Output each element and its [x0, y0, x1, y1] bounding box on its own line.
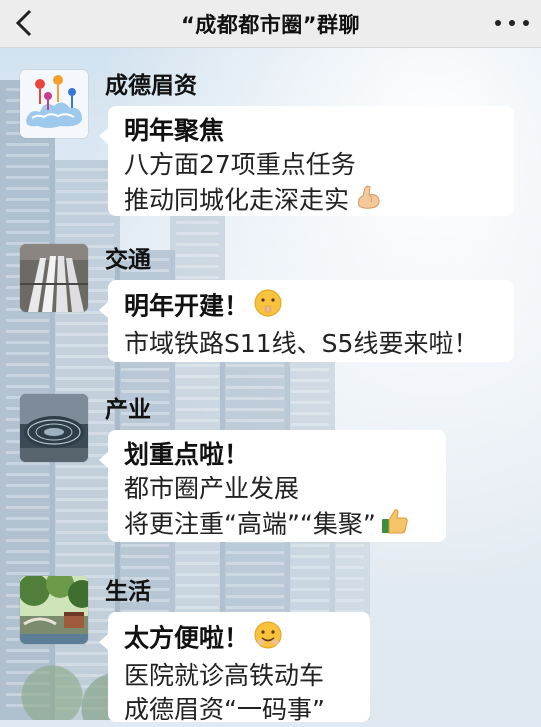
chevron-left-icon [15, 9, 32, 37]
trains-avatar[interactable] [20, 244, 88, 312]
smiling-face-icon [253, 620, 283, 659]
map-pins-avatar[interactable] [20, 70, 88, 138]
message-headline: 明年聚焦 [124, 116, 225, 145]
message-bubble[interactable]: 明年聚焦 八方面27项重点任务 推动同城化走深走实 [99, 106, 514, 216]
back-button[interactable] [10, 8, 40, 38]
sender-name: 产业 [105, 397, 151, 423]
message-line: 市域铁路S11线、S5线要来啦！ [124, 329, 479, 358]
chat-title: “成都都市圈”群聊 [180, 12, 361, 37]
message-headline: 明年开建！ [124, 291, 250, 321]
message-bubble[interactable]: 划重点啦！ 都市圈产业发展 将更注重“高端”“集聚” [99, 430, 446, 545]
message-line: 八方面27项重点任务 [124, 150, 356, 179]
message-bubble[interactable]: 太方便啦！ 医院就诊高铁动车 成德眉资“一码事” [99, 612, 370, 724]
message-line: 都市圈产业发展 [124, 474, 300, 503]
message-headline: 划重点啦！ [124, 440, 250, 469]
chat-header: “成都都市圈”群聊 [0, 0, 541, 48]
park-avatar[interactable] [20, 576, 88, 644]
more-dots-icon [495, 20, 501, 26]
flexed-biceps-icon [353, 182, 383, 221]
message-bubble[interactable]: 明年开建！ 市域铁路S11线、S5线要来啦！ [99, 280, 514, 362]
message-line: 医院就诊高铁动车 [124, 661, 325, 690]
hushing-face-icon [253, 288, 283, 327]
message-line: 推动同城化走深走实 [124, 185, 350, 215]
industry-dome-avatar[interactable] [20, 394, 88, 462]
thumbs-up-icon [380, 506, 410, 545]
message-line: 将更注重“高端”“集聚” [124, 509, 376, 539]
message-headline: 太方便啦！ [124, 623, 250, 653]
sender-name: 交通 [105, 247, 151, 273]
more-button[interactable] [495, 10, 529, 36]
message-line: 成德眉资“一码事” [124, 695, 325, 724]
sender-name: 成德眉资 [105, 73, 197, 99]
sender-name: 生活 [105, 579, 151, 605]
